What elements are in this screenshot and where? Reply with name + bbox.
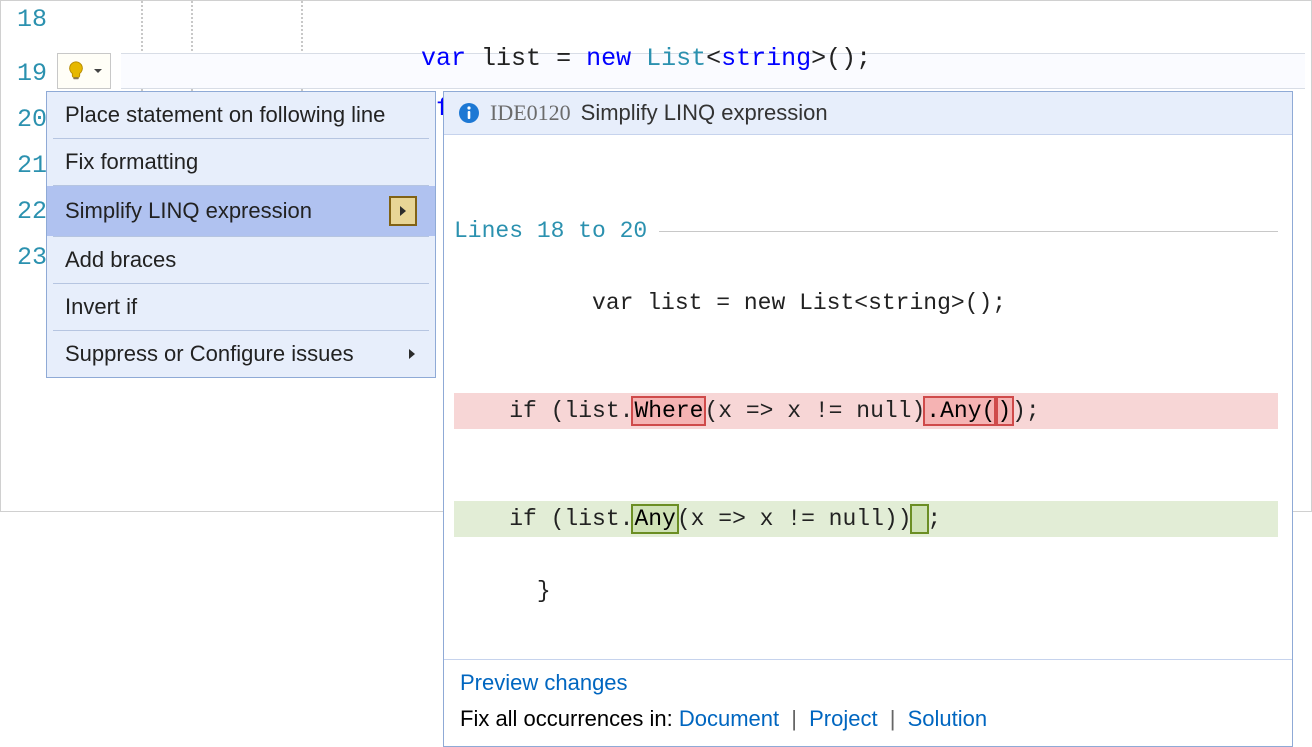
diff-removed-line: if (list.Where(x => x != null).Any()); (454, 393, 1278, 429)
code-editor: 18 19 20 21 22 23 var list = new List<st… (0, 0, 1312, 512)
fix-all-label: Fix all occurrences in: (460, 706, 679, 731)
refactor-preview-panel: IDE0120 Simplify LINQ expression Lines 1… (443, 91, 1293, 747)
lightbulb-icon (65, 60, 87, 82)
menu-item-suppress-configure[interactable]: Suppress or Configure issues (47, 331, 435, 377)
separator: | (785, 706, 803, 731)
diagnostic-id: IDE0120 (490, 100, 571, 126)
chevron-down-icon (93, 66, 103, 76)
preview-changes-link[interactable]: Preview changes (460, 670, 628, 695)
line-number: 20 (17, 105, 47, 134)
chevron-right-icon (398, 205, 408, 217)
line-number: 19 (17, 59, 47, 88)
info-icon (458, 102, 480, 124)
line-number: 18 (17, 5, 47, 34)
preview-footer: Preview changes Fix all occurrences in: … (444, 659, 1292, 746)
diff-context-line: } (537, 578, 551, 604)
fix-scope-document[interactable]: Document (679, 706, 779, 731)
lightbulb-dropdown[interactable] (57, 53, 111, 89)
diff-preview: Lines 18 to 20 var list = new List<strin… (444, 135, 1292, 659)
preview-header: IDE0120 Simplify LINQ expression (444, 92, 1292, 135)
diff-added-line: if (list.Any(x => x != null)) ; (454, 501, 1278, 537)
line-number: 23 (17, 243, 47, 272)
menu-item-invert-if[interactable]: Invert if (47, 284, 435, 330)
diff-context-line: var list = new List<string>(); (537, 290, 1006, 316)
quick-actions-menu: Place statement on following line Fix fo… (46, 91, 436, 378)
menu-item-place-statement[interactable]: Place statement on following line (47, 92, 435, 138)
menu-item-fix-formatting[interactable]: Fix formatting (47, 139, 435, 185)
menu-item-add-braces[interactable]: Add braces (47, 237, 435, 283)
line-number: 21 (17, 151, 47, 180)
submenu-arrow[interactable] (389, 196, 417, 226)
fix-scope-project[interactable]: Project (809, 706, 877, 731)
diagnostic-title: Simplify LINQ expression (581, 100, 828, 126)
fix-scope-solution[interactable]: Solution (908, 706, 988, 731)
chevron-right-icon (407, 348, 417, 360)
menu-item-simplify-linq[interactable]: Simplify LINQ expression (47, 186, 435, 236)
line-number: 22 (17, 197, 47, 226)
diff-range-label: Lines 18 to 20 (454, 213, 647, 249)
separator: | (884, 706, 902, 731)
